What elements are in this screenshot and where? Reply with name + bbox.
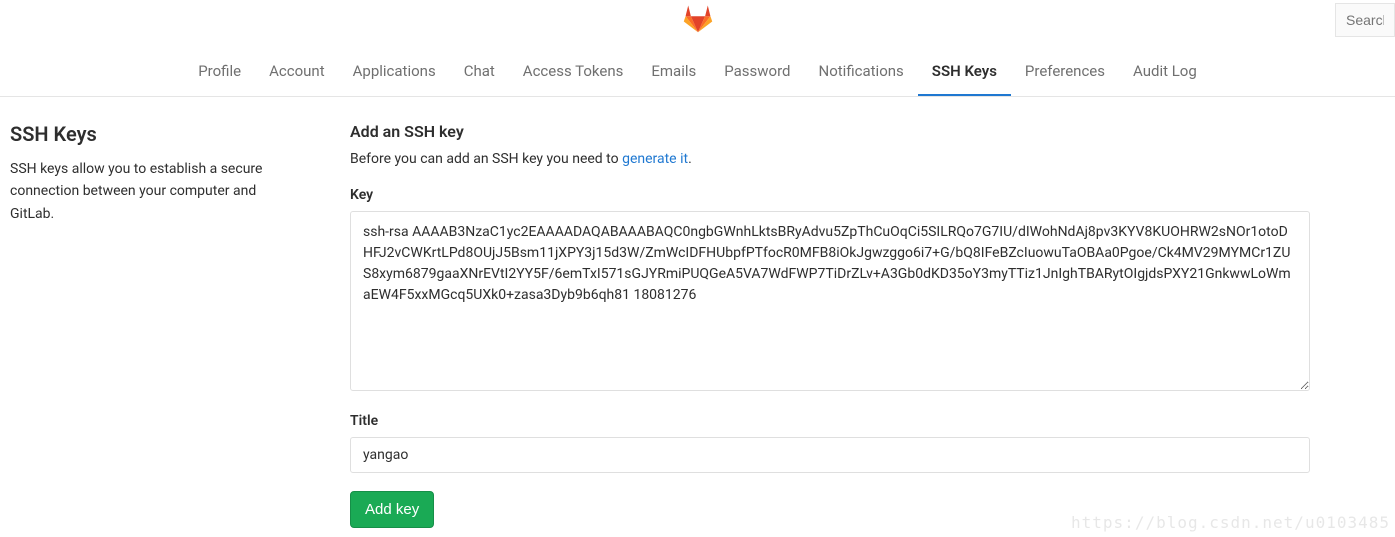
tab-preferences[interactable]: Preferences: [1011, 48, 1119, 96]
title-input[interactable]: [350, 437, 1310, 473]
nav-tabs: Profile Account Applications Chat Access…: [184, 48, 1211, 96]
title-group: Title: [350, 413, 1310, 473]
header: Profile Account Applications Chat Access…: [0, 0, 1395, 97]
form-info: Before you can add an SSH key you need t…: [350, 151, 1310, 167]
tab-applications[interactable]: Applications: [339, 48, 450, 96]
key-textarea[interactable]: [350, 211, 1310, 391]
tab-password[interactable]: Password: [710, 48, 804, 96]
tab-account[interactable]: Account: [255, 48, 339, 96]
key-label: Key: [350, 187, 1310, 203]
add-key-button[interactable]: Add key: [350, 491, 434, 528]
form-info-suffix: .: [688, 151, 692, 167]
main-form: Add an SSH key Before you can add an SSH…: [350, 122, 1350, 528]
logo-container: [682, 2, 714, 38]
gitlab-logo-icon: [682, 2, 714, 34]
search-container: [1335, 3, 1395, 37]
generate-it-link[interactable]: generate it: [622, 151, 688, 167]
tab-access-tokens[interactable]: Access Tokens: [509, 48, 638, 96]
sidebar-description: SSH keys allow you to establish a secure…: [10, 158, 290, 225]
title-label: Title: [350, 413, 1310, 429]
form-info-prefix: Before you can add an SSH key you need t…: [350, 151, 622, 167]
sidebar-title: SSH Keys: [10, 122, 290, 146]
search-input[interactable]: [1335, 3, 1395, 37]
form-title: Add an SSH key: [350, 122, 1310, 141]
content: SSH Keys SSH keys allow you to establish…: [0, 97, 1395, 528]
tab-profile[interactable]: Profile: [184, 48, 255, 96]
tab-notifications[interactable]: Notifications: [805, 48, 918, 96]
tab-chat[interactable]: Chat: [450, 48, 509, 96]
key-group: Key: [350, 187, 1310, 395]
tab-emails[interactable]: Emails: [637, 48, 710, 96]
tab-ssh-keys[interactable]: SSH Keys: [918, 48, 1011, 96]
tab-audit-log[interactable]: Audit Log: [1119, 48, 1211, 96]
sidebar: SSH Keys SSH keys allow you to establish…: [10, 122, 290, 528]
